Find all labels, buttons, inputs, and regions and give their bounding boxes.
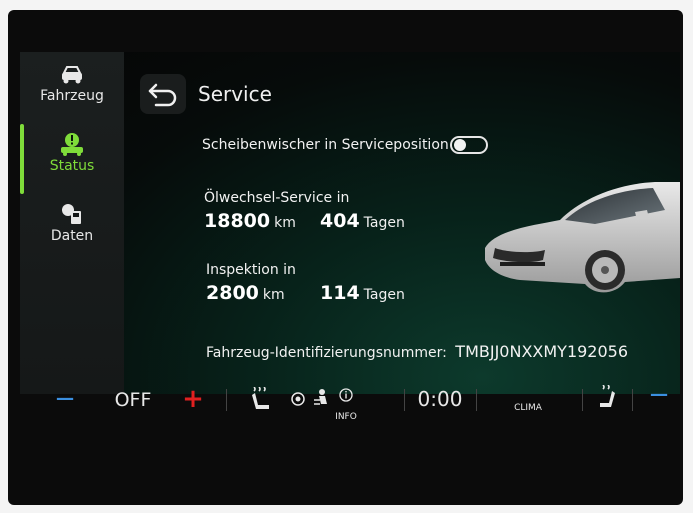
oil-service-label: Ölwechsel-Service in	[204, 190, 350, 206]
sidebar-item-label: Daten	[50, 228, 94, 244]
sidebar: Fahrzeug Status Daten	[20, 52, 124, 394]
car-warning-icon	[58, 132, 86, 156]
right-temp-minus-button[interactable]: −	[644, 380, 674, 410]
recirculation-icon	[291, 392, 305, 406]
divider	[404, 389, 405, 411]
sidebar-item-label: Status	[49, 158, 95, 174]
timer-display[interactable]: 0:00	[410, 387, 470, 411]
car-image	[485, 182, 680, 293]
seat-heating-icon	[252, 387, 269, 409]
vin-value: TMBJJ0NXXMY192056	[455, 342, 629, 361]
air-recirculation-button[interactable]	[290, 391, 306, 407]
inspection-km-value: 2800	[206, 282, 259, 304]
divider	[226, 389, 227, 411]
air-distribution-icon	[314, 389, 327, 405]
toggle-knob	[454, 139, 466, 151]
wiper-service-toggle[interactable]	[450, 136, 488, 154]
info-label: INFO	[335, 412, 357, 422]
seat-heating-left-button[interactable]	[246, 385, 276, 415]
climate-bar: − OFF + INFO 0:00 CLIMA −	[20, 380, 680, 433]
sidebar-item-daten[interactable]: Daten	[20, 202, 124, 264]
inspection-km-unit: km	[262, 287, 285, 303]
inspection-km: 2800 km	[206, 282, 285, 304]
inspection-days: 114 Tagen	[320, 282, 405, 304]
page-title: Service	[198, 82, 272, 106]
oil-km-value: 18800	[204, 210, 271, 232]
car-icon	[58, 62, 86, 86]
sidebar-item-fahrzeug[interactable]: Fahrzeug	[20, 62, 124, 124]
seat-heating-right-button[interactable]	[594, 383, 622, 411]
clima-button[interactable]: CLIMA	[508, 401, 548, 415]
vin-label: Fahrzeug-Identifizierungsnummer:	[206, 345, 447, 361]
inspection-days-value: 114	[320, 282, 360, 304]
sidebar-item-label: Fahrzeug	[40, 88, 104, 104]
fuel-data-icon	[58, 202, 86, 226]
left-temp-display: OFF	[114, 389, 152, 411]
back-arrow-icon	[148, 83, 177, 107]
info-button[interactable]	[338, 387, 354, 403]
back-button[interactable]	[140, 74, 186, 114]
left-temp-minus-button[interactable]: −	[50, 384, 80, 414]
vin-row: Fahrzeug-Identifizierungsnummer: TMBJJ0N…	[206, 342, 628, 361]
seat-heating-icon	[600, 385, 615, 407]
air-distribution-button[interactable]	[310, 387, 336, 409]
oil-days-unit: Tagen	[363, 215, 405, 231]
divider	[476, 389, 477, 411]
divider	[632, 389, 633, 411]
sidebar-item-status[interactable]: Status	[20, 132, 124, 194]
oil-km-unit: km	[274, 215, 296, 231]
infotainment-screen: Fahrzeug Status Daten Service Scheibenwi…	[20, 52, 680, 394]
inspection-days-unit: Tagen	[363, 287, 405, 303]
oil-days-value: 404	[320, 210, 360, 232]
info-icon	[339, 388, 353, 402]
divider	[582, 389, 583, 411]
wiper-service-label: Scheibenwischer in Serviceposition	[202, 137, 449, 153]
oil-service-days: 404 Tagen	[320, 210, 405, 232]
inspection-label: Inspektion in	[206, 262, 296, 278]
left-temp-plus-button[interactable]: +	[178, 384, 208, 414]
oil-service-km: 18800 km	[204, 210, 296, 232]
